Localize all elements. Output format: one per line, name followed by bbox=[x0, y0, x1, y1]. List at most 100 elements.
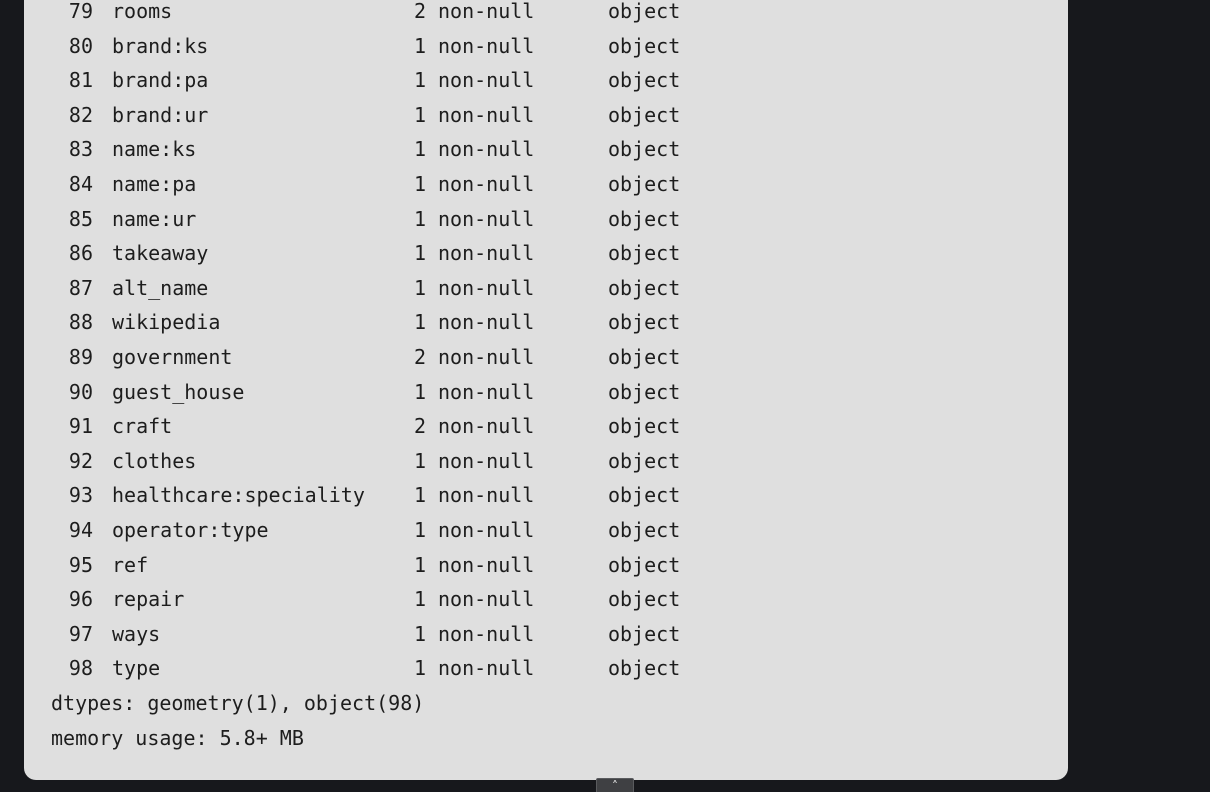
column-name: brand:pa bbox=[112, 68, 209, 93]
table-row: 86 takeaway 1 non-null object bbox=[24, 241, 1068, 265]
table-row: 84 name:pa 1 non-null object bbox=[24, 172, 1068, 196]
non-null-label: non-null bbox=[438, 275, 535, 300]
non-null-label: non-null bbox=[438, 33, 535, 58]
column-name: brand:ur bbox=[112, 102, 209, 127]
table-row: 79 rooms 2 non-null object bbox=[24, 0, 1068, 23]
non-null-label: non-null bbox=[438, 137, 535, 162]
non-null-count: 1 bbox=[413, 587, 426, 612]
table-row: 82 brand:ur 1 non-null object bbox=[24, 103, 1068, 127]
non-null-label: non-null bbox=[438, 241, 535, 266]
dtype-value: object bbox=[608, 172, 681, 196]
non-null-count: 1 bbox=[413, 656, 426, 681]
column-name: wikipedia bbox=[112, 310, 221, 335]
row-index: 83 bbox=[68, 137, 93, 162]
non-null-label: non-null bbox=[438, 414, 535, 439]
table-row: 92 clothes 1 non-null object bbox=[24, 449, 1068, 473]
memory-usage: memory usage: 5.8+ MB bbox=[51, 725, 304, 750]
table-row: 81 brand:pa 1 non-null object bbox=[24, 68, 1068, 92]
non-null-count: 1 bbox=[413, 275, 426, 300]
row-index: 81 bbox=[68, 68, 93, 93]
row-index: 92 bbox=[68, 448, 93, 473]
column-name: takeaway bbox=[112, 241, 209, 266]
notebook-page: 79 rooms 2 non-null object 80 brand:ks 1 non-nul… bbox=[0, 0, 1210, 792]
column-name: name:pa bbox=[112, 172, 197, 196]
column-name: operator:type bbox=[112, 518, 269, 542]
table-row: 97 ways 1 non-null object bbox=[24, 622, 1068, 646]
non-null-count: 1 bbox=[413, 379, 426, 404]
dtype-value: object bbox=[608, 33, 681, 58]
non-null-label: non-null bbox=[438, 587, 535, 612]
table-row: 90 guest_house 1 non-null object bbox=[24, 380, 1068, 404]
dtype-value: object bbox=[608, 379, 681, 404]
non-null-label: non-null bbox=[438, 656, 535, 681]
non-null-count: 1 bbox=[413, 206, 426, 231]
column-name: guest_house bbox=[112, 379, 245, 404]
column-name: healthcare:speciality bbox=[112, 483, 365, 508]
non-null-label: non-null bbox=[438, 345, 535, 369]
row-index: 79 bbox=[68, 0, 93, 23]
non-null-count: 2 bbox=[413, 0, 426, 23]
table-row: 91 craft 2 non-null object bbox=[24, 414, 1068, 438]
dtype-value: object bbox=[608, 345, 681, 369]
dtypes-summary: dtypes: geometry(1), object(98) bbox=[51, 691, 425, 715]
column-name: clothes bbox=[112, 448, 197, 473]
dtype-value: object bbox=[608, 552, 681, 577]
column-name: ref bbox=[112, 552, 149, 577]
non-null-count: 1 bbox=[413, 241, 426, 266]
non-null-count: 1 bbox=[413, 33, 426, 58]
non-null-count: 1 bbox=[413, 68, 426, 93]
non-null-label: non-null bbox=[438, 621, 535, 646]
non-null-label: non-null bbox=[438, 68, 535, 93]
non-null-count: 1 bbox=[413, 102, 426, 127]
column-name: rooms bbox=[112, 0, 173, 23]
non-null-label: non-null bbox=[438, 552, 535, 577]
dtype-value: object bbox=[608, 241, 681, 266]
table-row: 95 ref 1 non-null object bbox=[24, 553, 1068, 577]
column-name: craft bbox=[112, 414, 173, 439]
non-null-count: 1 bbox=[413, 448, 426, 473]
column-name: ways bbox=[112, 621, 161, 646]
table-row: 94 operator:type 1 non-null object bbox=[24, 518, 1068, 542]
column-name: name:ks bbox=[112, 137, 197, 162]
non-null-count: 1 bbox=[413, 310, 426, 335]
row-index: 85 bbox=[68, 206, 93, 231]
table-row: 83 name:ks 1 non-null object bbox=[24, 137, 1068, 161]
column-name: government bbox=[112, 345, 233, 369]
non-null-label: non-null bbox=[438, 0, 535, 23]
dtype-value: object bbox=[608, 483, 681, 508]
non-null-count: 1 bbox=[413, 621, 426, 646]
dtype-value: object bbox=[608, 414, 681, 439]
table-row: 87 alt_name 1 non-null object bbox=[24, 276, 1068, 300]
row-index: 95 bbox=[68, 552, 93, 577]
column-name: type bbox=[112, 656, 161, 681]
scroll-to-top-button[interactable]: ˄ bbox=[596, 778, 634, 792]
row-index: 87 bbox=[68, 275, 93, 300]
non-null-count: 1 bbox=[413, 137, 426, 162]
row-index: 82 bbox=[68, 102, 93, 127]
row-index: 86 bbox=[68, 241, 93, 266]
non-null-label: non-null bbox=[438, 518, 535, 542]
table-row: 93 healthcare:speciality 1 non-null object bbox=[24, 483, 1068, 507]
row-index: 88 bbox=[68, 310, 93, 335]
table-row: 98 type 1 non-null object bbox=[24, 656, 1068, 680]
row-index: 91 bbox=[68, 414, 93, 439]
non-null-count: 1 bbox=[413, 518, 426, 542]
row-index: 84 bbox=[68, 172, 93, 196]
non-null-count: 1 bbox=[413, 483, 426, 508]
non-null-label: non-null bbox=[438, 206, 535, 231]
chevron-up-icon: ˄ bbox=[612, 779, 618, 792]
non-null-count: 1 bbox=[413, 172, 426, 196]
dtype-value: object bbox=[608, 448, 681, 473]
non-null-label: non-null bbox=[438, 172, 535, 196]
row-index: 96 bbox=[68, 587, 93, 612]
row-index: 80 bbox=[68, 33, 93, 58]
table-row: 88 wikipedia 1 non-null object bbox=[24, 310, 1068, 334]
dtype-value: object bbox=[608, 310, 681, 335]
row-index: 89 bbox=[68, 345, 93, 369]
dtype-value: object bbox=[608, 0, 681, 23]
row-index: 98 bbox=[68, 656, 93, 681]
table-row: 80 brand:ks 1 non-null object bbox=[24, 34, 1068, 58]
row-index: 94 bbox=[68, 518, 93, 542]
dtype-value: object bbox=[608, 137, 681, 162]
non-null-label: non-null bbox=[438, 483, 535, 508]
